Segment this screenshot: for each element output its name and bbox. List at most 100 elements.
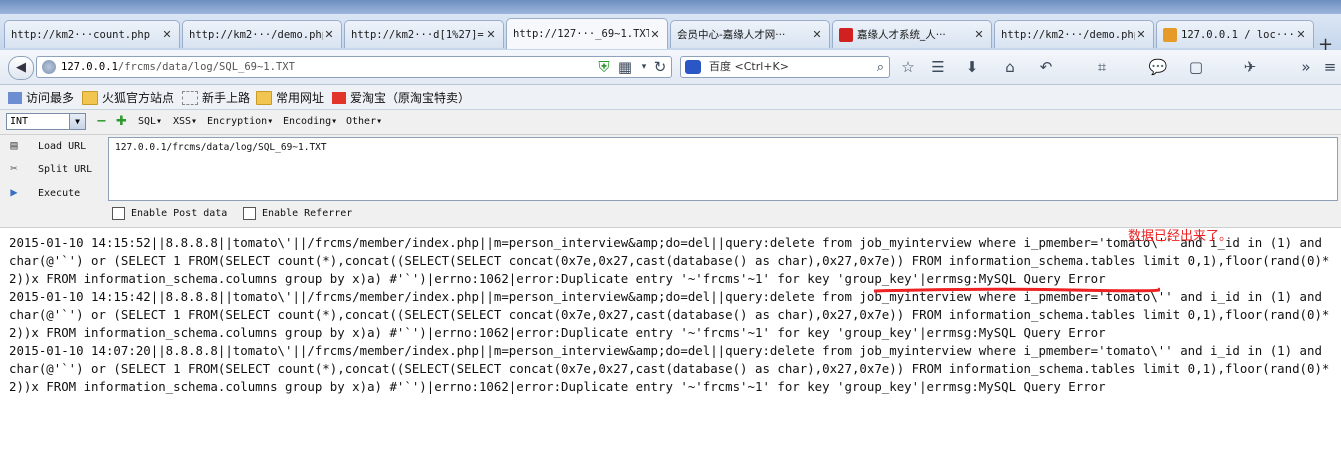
qrcode-icon[interactable]: ▦ bbox=[615, 58, 635, 76]
bookmark-common-sites[interactable]: 常用网址 bbox=[256, 89, 324, 106]
plus-icon[interactable]: ✚ bbox=[116, 114, 127, 129]
folder-icon bbox=[256, 90, 272, 105]
enable-referrer-label: Enable Referrer bbox=[262, 208, 353, 219]
checkbox-box[interactable] bbox=[112, 207, 125, 220]
close-icon[interactable]: ✕ bbox=[1295, 28, 1307, 41]
log-entry: 2015-01-10 14:07:20||8.8.8.8||tomato\'||… bbox=[9, 343, 1330, 394]
url-host: 127.0.0.1 bbox=[61, 61, 118, 73]
taobao-icon bbox=[332, 91, 346, 104]
execute-label: Execute bbox=[38, 187, 81, 199]
device-icon[interactable]: ▢ bbox=[1186, 58, 1206, 76]
window-titlebar bbox=[0, 0, 1341, 14]
download-icon[interactable]: ⬇ bbox=[962, 58, 982, 76]
tab-label: 会员中心-嘉缘人才网··· bbox=[677, 29, 786, 41]
search-input[interactable]: 百度 <Ctrl+K> ⌕ bbox=[680, 56, 890, 78]
tab-7[interactable]: http://km2···/demo.php ✕ bbox=[994, 20, 1154, 48]
close-icon[interactable]: ✕ bbox=[649, 28, 661, 41]
overflow-menu-icon[interactable]: » bbox=[1296, 58, 1316, 76]
url-bar[interactable]: 127.0.0.1/frcms/data/log/SQL_69~1.TXT bbox=[36, 56, 672, 78]
menu-encryption[interactable]: Encryption▾ bbox=[207, 116, 273, 127]
folder-icon bbox=[82, 90, 98, 105]
tab-label: http://127···_69~1.TXT bbox=[513, 28, 649, 40]
bookmark-label: 新手上路 bbox=[202, 91, 251, 105]
undo-icon[interactable]: ↶ bbox=[1036, 58, 1056, 76]
tab-label: 嘉缘人才系统_人··· bbox=[857, 29, 946, 41]
load-icon: ▤ bbox=[10, 138, 18, 152]
close-icon[interactable]: ✕ bbox=[323, 28, 335, 41]
main-menu-icon[interactable]: ≡ bbox=[1320, 58, 1340, 76]
close-icon[interactable]: ✕ bbox=[485, 28, 497, 41]
enable-referrer-checkbox[interactable]: Enable Referrer bbox=[243, 207, 352, 220]
home-icon[interactable]: ⌂ bbox=[1000, 58, 1020, 76]
hackbar-panel: ▤ Load URL ✂ Split URL ▶ Execute 127.0.0… bbox=[0, 135, 1341, 228]
navigation-bar: ◀ 127.0.0.1/frcms/data/log/SQL_69~1.TXT … bbox=[0, 50, 1341, 85]
split-url-button[interactable]: ✂ Split URL bbox=[6, 161, 92, 177]
tab-8[interactable]: 127.0.0.1 / loc··· ✕ bbox=[1156, 20, 1314, 48]
menu-other[interactable]: Other▾ bbox=[346, 116, 382, 127]
url-textarea[interactable]: 127.0.0.1/frcms/data/log/SQL_69~1.TXT bbox=[108, 137, 1338, 201]
close-icon[interactable]: ✕ bbox=[161, 28, 173, 41]
menu-encoding[interactable]: Encoding▾ bbox=[283, 116, 337, 127]
bookmark-taobao[interactable]: 爱淘宝（原淘宝特卖） bbox=[332, 89, 470, 106]
execute-button[interactable]: ▶ Execute bbox=[6, 185, 80, 201]
site-favicon-icon bbox=[839, 27, 853, 42]
minus-icon[interactable]: − bbox=[96, 114, 107, 129]
tab-bar: http://km2···count.php ✕ http://km2···/d… bbox=[0, 14, 1341, 55]
most-visited-icon bbox=[8, 91, 22, 104]
page-icon bbox=[182, 90, 198, 105]
bookmark-label: 爱淘宝（原淘宝特卖） bbox=[350, 91, 471, 105]
chat-icon[interactable]: 💬 bbox=[1148, 58, 1168, 76]
scissors-icon: ✂ bbox=[10, 161, 18, 175]
tab-1[interactable]: http://km2···count.php ✕ bbox=[4, 20, 180, 48]
enable-post-checkbox[interactable]: Enable Post data bbox=[112, 207, 227, 220]
globe-icon bbox=[42, 60, 56, 74]
reload-icon[interactable]: ↻ bbox=[650, 58, 670, 76]
chevron-down-icon[interactable]: ▼ bbox=[69, 114, 85, 129]
tab-3[interactable]: http://km2···d[1%27]=1 ✕ bbox=[344, 20, 504, 48]
bookmark-most-visited[interactable]: 访问最多 bbox=[8, 89, 74, 106]
tab-4-active[interactable]: http://127···_69~1.TXT ✕ bbox=[506, 18, 668, 49]
tab-6[interactable]: 嘉缘人才系统_人··· ✕ bbox=[832, 20, 992, 48]
bookmark-label: 访问最多 bbox=[26, 91, 75, 105]
checkbox-box[interactable] bbox=[243, 207, 256, 220]
tab-label: http://km2···count.php bbox=[11, 28, 151, 41]
tab-label: http://km2···d[1%27]=1 bbox=[351, 28, 485, 41]
close-icon[interactable]: ✕ bbox=[973, 28, 985, 41]
annotation-underline bbox=[873, 287, 1160, 293]
shield-icon[interactable]: ⛨ bbox=[594, 58, 614, 76]
load-url-label: Load URL bbox=[38, 140, 87, 152]
search-icon[interactable]: ⌕ bbox=[877, 58, 884, 78]
tab-5[interactable]: 会员中心-嘉缘人才网··· ✕ bbox=[670, 20, 830, 48]
bookmarks-menu-icon[interactable]: ☰ bbox=[928, 58, 948, 76]
play-icon: ▶ bbox=[10, 185, 18, 199]
type-select[interactable]: INT ▼ bbox=[6, 113, 86, 130]
menu-xss[interactable]: XSS▾ bbox=[173, 116, 197, 127]
tab-label: 127.0.0.1 / loc··· bbox=[1181, 28, 1295, 41]
annotation-note: 数据已经出来了。 bbox=[1128, 229, 1233, 244]
split-url-label: Split URL bbox=[38, 163, 93, 175]
tab-2[interactable]: http://km2···/demo.php ✕ bbox=[182, 20, 342, 48]
url-path: /frcms/data/log/SQL_69~1.TXT bbox=[117, 61, 295, 73]
extension-icon[interactable]: ✈ bbox=[1240, 58, 1260, 76]
enable-post-label: Enable Post data bbox=[131, 208, 228, 219]
log-entry: 2015-01-10 14:15:42||8.8.8.8||tomato\'||… bbox=[9, 289, 1330, 340]
hackbar-menu: INT ▼ − ✚ SQL▾ XSS▾ Encryption▾ Encoding… bbox=[0, 110, 1341, 135]
phpmyadmin-favicon-icon bbox=[1163, 27, 1177, 42]
menu-sql[interactable]: SQL▾ bbox=[138, 116, 162, 127]
crop-icon[interactable]: ⌗ bbox=[1092, 58, 1112, 76]
search-placeholder: 百度 <Ctrl+K> bbox=[709, 60, 789, 73]
close-icon[interactable]: ✕ bbox=[1135, 28, 1147, 41]
bookmark-firefox-site[interactable]: 火狐官方站点 bbox=[82, 89, 174, 106]
log-content: 2015-01-10 14:15:52||8.8.8.8||tomato\'||… bbox=[9, 234, 1335, 396]
back-button[interactable]: ◀ bbox=[8, 56, 34, 80]
bookmark-star-icon[interactable]: ☆ bbox=[898, 58, 918, 76]
bookmark-label: 火狐官方站点 bbox=[102, 91, 175, 105]
close-icon[interactable]: ✕ bbox=[811, 28, 823, 41]
baidu-engine-icon[interactable] bbox=[685, 60, 701, 74]
tab-label: http://km2···/demo.php bbox=[189, 28, 323, 41]
bookmark-label: 常用网址 bbox=[276, 91, 325, 105]
tab-label: http://km2···/demo.php bbox=[1001, 28, 1135, 41]
bookmarks-toolbar: 访问最多 火狐官方站点 新手上路 常用网址 爱淘宝（原淘宝特卖） bbox=[0, 85, 1341, 110]
load-url-button[interactable]: ▤ Load URL bbox=[6, 138, 86, 154]
bookmark-getting-started[interactable]: 新手上路 bbox=[182, 89, 250, 106]
